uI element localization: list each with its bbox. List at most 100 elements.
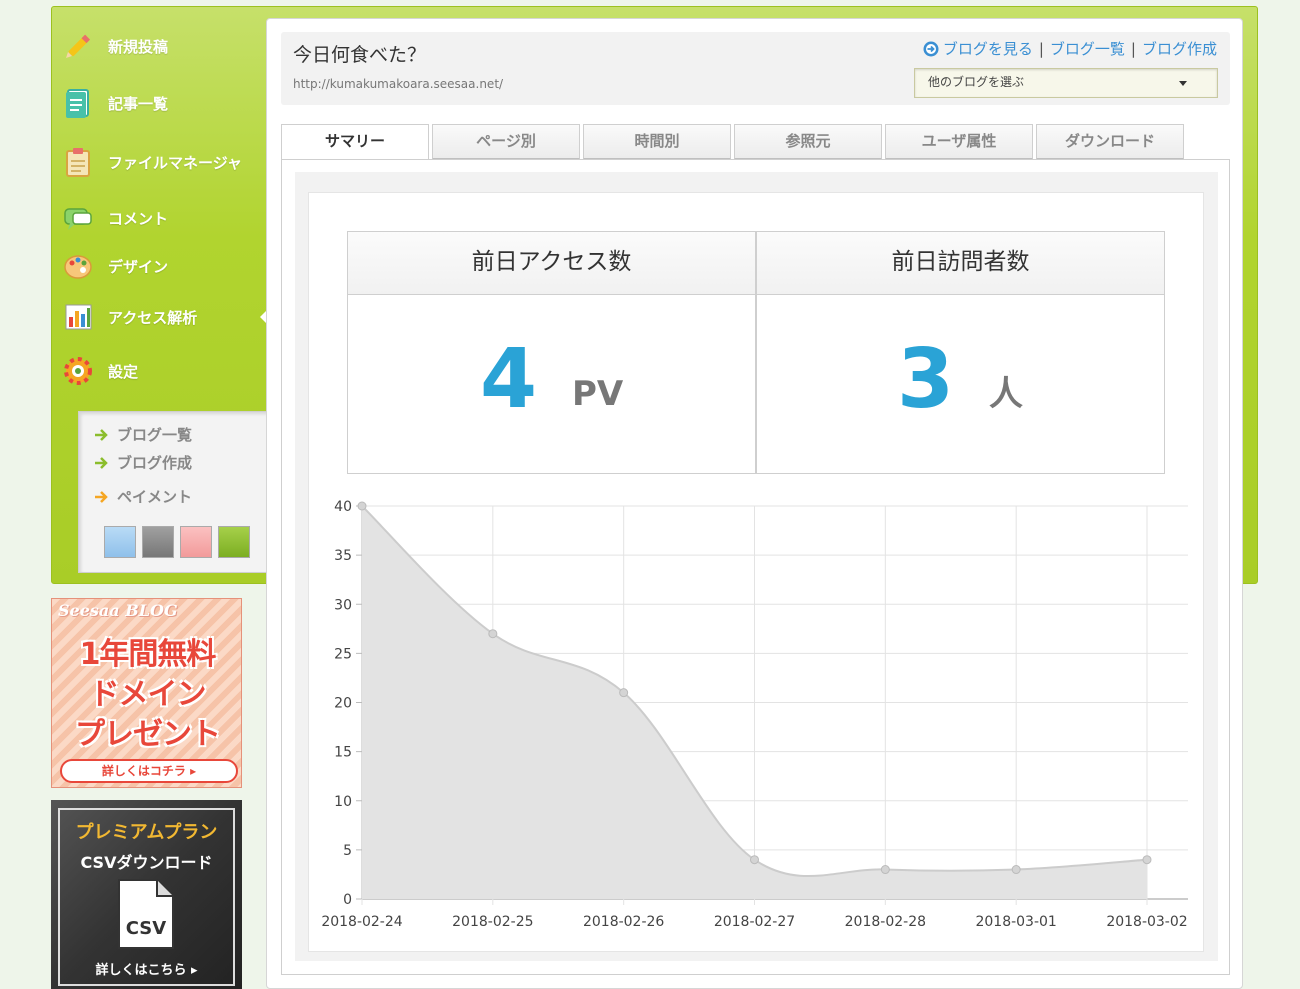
blog-header: 今日何食べた？ http://kumakumakoara.seesaa.net/… [281,32,1230,105]
theme-swatch-pink[interactable] [180,526,212,558]
tab-by-time[interactable]: 時間別 [583,124,731,160]
banner-details-button[interactable]: 詳しくはコチラ ▸ [60,759,238,783]
y-tick-label: 30 [334,597,352,613]
sidebar-sub-menu: ブログ一覧 ブログ作成 ペイメント [78,411,267,573]
sub-link-payment[interactable]: ペイメント [93,486,192,507]
separator: | [1130,39,1136,58]
sub-link-label: ペイメント [117,488,193,506]
csv-label: CSV [126,918,167,939]
other-blog-select[interactable]: 他のブログを選ぶ [914,68,1218,98]
sidebar-item-label: 新規投稿 [108,37,169,56]
tab-user-attributes[interactable]: ユーザ属性 [885,124,1033,160]
select-value: 他のブログを選ぶ [928,75,1025,89]
sidebar-item-design[interactable]: デザイン [52,246,266,286]
theme-swatch-blue[interactable] [104,526,136,558]
sidebar-item-label: 設定 [108,362,139,381]
data-point [357,501,367,511]
caret-down-icon [1179,81,1187,86]
x-tick-label: 2018-03-01 [975,914,1056,930]
data-point [880,865,890,875]
data-point [488,629,498,639]
sidebar-item-label: コメント [108,209,169,228]
sub-link-label: ブログ作成 [117,454,193,472]
comment-icon [62,202,94,234]
access-chart: 0 5 10 15 20 25 30 35 40 2018-02-24 2018-02-25 2018… [309,493,1205,943]
banner-subtitle: CSVダウンロード [80,853,213,872]
theme-swatch-green[interactable] [218,526,250,558]
gear-icon [62,355,94,387]
summary-background: 前日アクセス数 4 PV 前日訪問者数 3 人 0 5 10 15 20 25 30 35 40… [295,172,1218,961]
csv-file-icon: CSV [118,879,174,949]
access-chart-svg: 0 5 10 15 20 25 30 35 40 2018-02-24 2018-02-25 2018… [321,499,1188,930]
arrow-right-icon [95,428,108,441]
header-links: ブログを見る | ブログ一覧 | ブログ作成 [923,38,1217,59]
sidebar-item-file-manager[interactable]: ファイルマネージャ [52,142,266,182]
tab-referrer[interactable]: 参照元 [734,124,882,160]
sub-link-blog-list[interactable]: ブログ一覧 [93,424,192,445]
pv-unit: PV [572,374,624,414]
sidebar-item-settings[interactable]: 設定 [52,351,266,391]
x-tick-label: 2018-03-02 [1106,914,1187,930]
article-list-icon [62,87,94,119]
sidebar-item-comment[interactable]: コメント [52,198,266,238]
sidebar-item-label: デザイン [108,257,169,276]
pv-count: 4 [480,332,538,427]
y-tick-label: 25 [334,646,352,662]
y-tick-label: 10 [334,794,352,810]
blog-create-link[interactable]: ブログ作成 [1142,38,1217,59]
pencil-icon [62,30,94,62]
sidebar-item-new-post[interactable]: 新規投稿 [52,26,266,66]
tab-download[interactable]: ダウンロード [1036,124,1184,160]
view-blog-link[interactable]: ブログを見る [943,38,1033,59]
view-blog-icon [923,41,939,56]
blog-url[interactable]: http://kumakumakoara.seesaa.net/ [293,77,503,91]
sub-link-blog-create[interactable]: ブログ作成 [93,452,192,473]
sidebar-item-label: ファイルマネージャ [108,153,242,172]
summary-content: 前日アクセス数 4 PV 前日訪問者数 3 人 0 5 10 15 20 25 30 35 40… [308,192,1204,952]
data-point [1011,865,1021,875]
banner-details-button[interactable]: 詳しくはこちら ▸ [51,959,242,978]
pv-stat-card: 前日アクセス数 4 PV [347,231,756,474]
data-point [750,855,759,865]
blog-list-link[interactable]: ブログ一覧 [1050,38,1125,59]
y-tick-label: 35 [334,548,352,564]
banner-title: プレミアムプラン [75,822,218,843]
sidebar-item-label: 記事一覧 [108,94,169,113]
visitor-unit: 人 [989,374,1023,414]
banner-line: ドメイン [89,677,207,712]
sub-link-label: ブログ一覧 [117,426,193,444]
free-domain-banner[interactable]: Seesaa BLOG 1年間無料 ドメイン プレゼント 詳しくはコチラ ▸ [51,598,242,788]
visitor-stat-card: 前日訪問者数 3 人 [756,231,1165,474]
visitor-count: 3 [897,332,955,427]
x-tick-label: 2018-02-24 [321,914,402,930]
banner-line: プレゼント [75,717,221,752]
stat-label: 前日アクセス数 [348,232,755,295]
theme-swatch-gray[interactable] [142,526,174,558]
premium-plan-banner[interactable]: プレミアムプラン CSVダウンロード CSV 詳しくはこちら ▸ [51,800,242,989]
tab-summary[interactable]: サマリー [281,124,429,162]
y-tick-label: 40 [334,499,352,515]
bar-chart-icon [62,301,94,333]
stat-label: 前日訪問者数 [757,232,1164,295]
x-tick-label: 2018-02-26 [583,914,664,930]
tab-by-page[interactable]: ページ別 [432,124,580,160]
banner-brand-logo: Seesaa BLOG [58,601,178,620]
y-tick-label: 20 [334,696,352,712]
y-tick-label: 15 [334,745,352,761]
palette-icon [62,250,94,282]
data-point [619,688,629,698]
sidebar-item-access-analysis[interactable]: アクセス解析 [52,297,266,337]
sidebar-item-article-list[interactable]: 記事一覧 [52,83,266,123]
arrow-right-icon [95,490,108,503]
arrow-right-icon [95,456,108,469]
separator: | [1038,39,1044,58]
x-tick-label: 2018-02-27 [714,914,795,930]
banner-line: 1年間無料 [79,637,217,672]
data-point [1142,855,1152,865]
main-panel: 今日何食べた？ http://kumakumakoara.seesaa.net/… [266,18,1243,989]
x-tick-label: 2018-02-28 [845,914,926,930]
clipboard-icon [62,146,94,178]
sidebar-item-label: アクセス解析 [108,308,198,327]
summary-panel: 前日アクセス数 4 PV 前日訪問者数 3 人 0 5 10 15 20 25 30 35 40… [281,159,1230,975]
y-tick-label: 0 [343,892,352,908]
